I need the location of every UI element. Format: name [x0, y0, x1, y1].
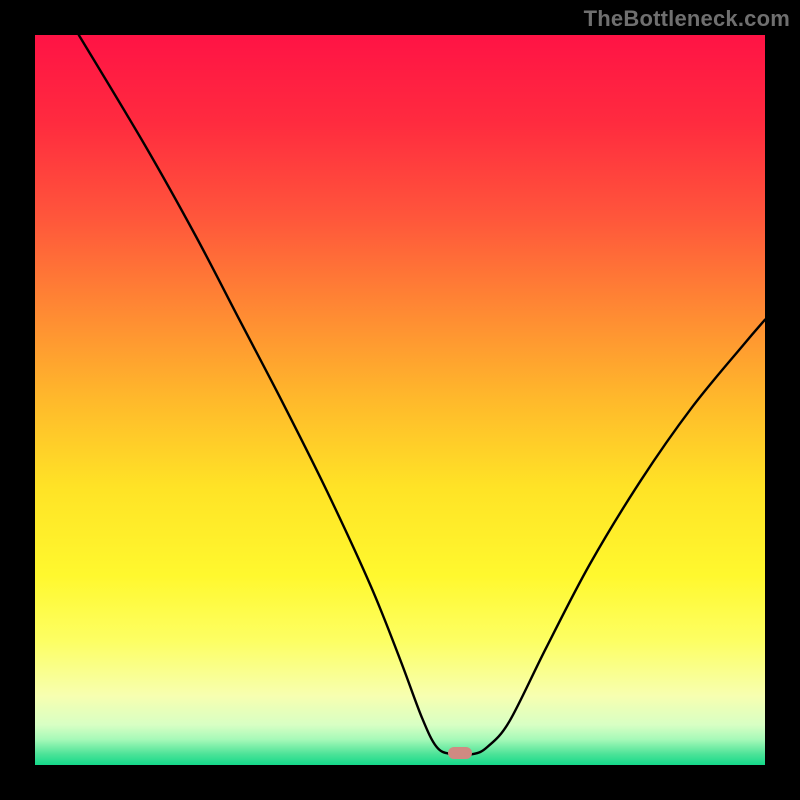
watermark-text: TheBottleneck.com — [584, 6, 790, 32]
chart-stage: TheBottleneck.com — [0, 0, 800, 800]
optimal-marker — [448, 747, 472, 759]
bottleneck-curve — [35, 35, 765, 765]
plot-area — [35, 35, 765, 765]
